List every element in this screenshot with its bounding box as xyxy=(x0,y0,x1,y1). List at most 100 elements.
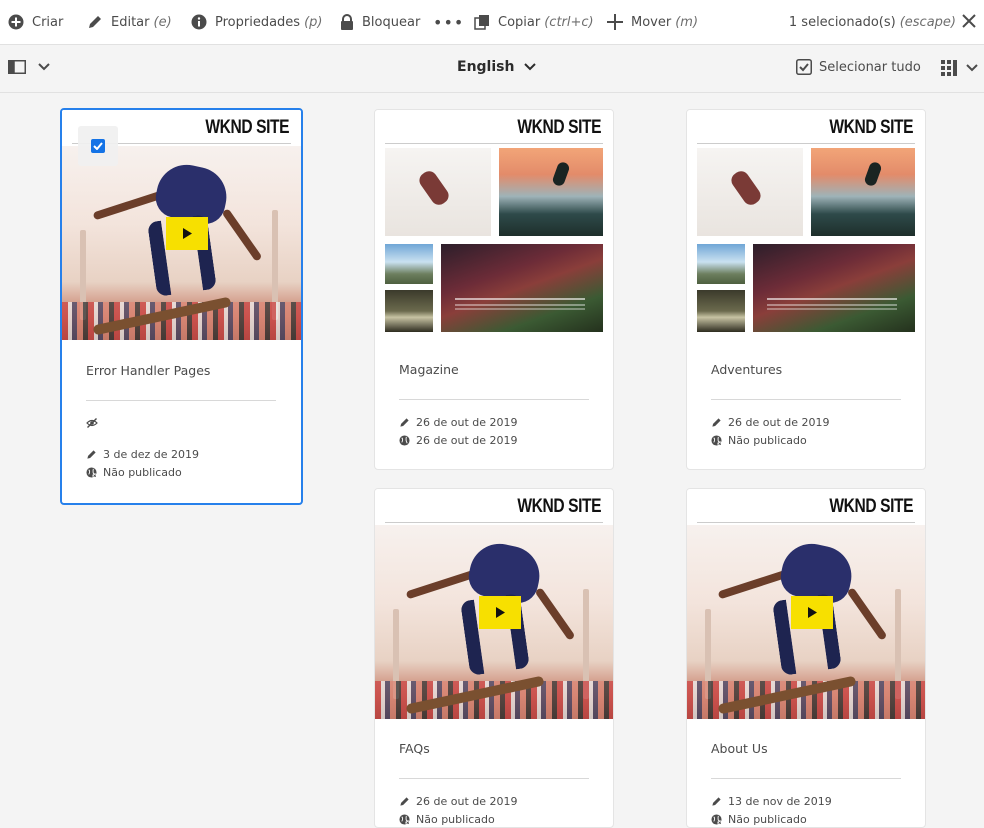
skater-figure xyxy=(416,168,452,208)
publish-status-label: Não publicado xyxy=(728,813,807,826)
properties-button[interactable]: Propriedades (p) xyxy=(191,0,322,44)
skatepark-image xyxy=(499,148,603,236)
checkmark-icon xyxy=(91,139,105,153)
skater-figure xyxy=(728,168,764,208)
publish-status-label: Não publicado xyxy=(103,466,182,479)
lake-image xyxy=(385,290,433,332)
copy-icon xyxy=(474,15,489,30)
site-logo: WKND SITE xyxy=(829,496,913,517)
copy-button[interactable]: Copiar (ctrl+c) xyxy=(474,0,594,44)
lock-icon xyxy=(341,14,353,30)
site-logo: WKND SITE xyxy=(517,496,601,517)
card-title: Magazine xyxy=(399,362,459,377)
eye-slash-icon xyxy=(86,418,98,428)
lock-label: Bloquear xyxy=(362,14,421,30)
selection-escape-hint: (escape) xyxy=(899,14,956,30)
play-icon xyxy=(808,607,817,618)
skater-image xyxy=(697,148,803,236)
selection-count-label: 1 selecionado(s) xyxy=(788,14,896,30)
skater-arm xyxy=(846,587,888,641)
play-icon xyxy=(496,607,505,618)
skater-figure xyxy=(551,160,571,188)
page-thumbnail: WKND SITE xyxy=(375,110,613,340)
more-actions-button[interactable]: ••• xyxy=(433,0,464,44)
publish-status-label: Não publicado xyxy=(728,434,807,447)
move-label: Mover xyxy=(631,14,672,30)
skatepark-image xyxy=(811,148,915,236)
rail-toggle-button[interactable] xyxy=(8,60,50,74)
title-bar: English Selecionar tudo xyxy=(0,45,984,93)
modified-date-label: 26 de out de 2019 xyxy=(416,795,518,808)
site-logo: WKND SITE xyxy=(517,117,601,138)
close-icon[interactable] xyxy=(960,12,978,30)
properties-label: Propriedades xyxy=(215,14,301,30)
pencil-icon xyxy=(712,797,721,806)
mountain-image xyxy=(385,244,433,284)
edit-button[interactable]: Editar (e) xyxy=(87,0,172,44)
play-button xyxy=(791,596,833,629)
canyon-image xyxy=(441,244,603,332)
publish-status: Não publicado xyxy=(399,813,495,826)
create-button[interactable]: Criar xyxy=(8,0,63,44)
page-card-faqs[interactable]: WKND SITE FAQs 26 de out de 2019 Não pub… xyxy=(374,488,614,828)
select-all-button[interactable]: Selecionar tudo xyxy=(796,59,921,75)
publish-status: Não publicado xyxy=(711,434,807,447)
selection-count: 1 selecionado(s) (escape) xyxy=(789,0,956,44)
page-card-error-handler[interactable]: WKND SITE Error Handler Pages 3 de dez d… xyxy=(60,108,303,505)
article-text-lines xyxy=(455,298,585,300)
move-button[interactable]: Mover (m) xyxy=(607,0,698,44)
globe-off-icon xyxy=(711,814,722,825)
create-label: Criar xyxy=(32,14,64,30)
card-title: About Us xyxy=(711,741,768,756)
info-icon xyxy=(191,14,207,30)
grid-view-icon xyxy=(941,60,957,76)
page-thumbnail: WKND SITE xyxy=(375,489,613,719)
publish-status: Não publicado xyxy=(86,466,182,479)
more-icon: ••• xyxy=(433,12,465,32)
page-card-about-us[interactable]: WKND SITE About Us 13 de nov de 2019 Não… xyxy=(686,488,926,828)
checkbox-icon xyxy=(796,59,812,75)
divider xyxy=(86,400,276,401)
pencil-icon xyxy=(712,418,721,427)
header-rule xyxy=(385,143,603,144)
header-rule xyxy=(385,522,603,523)
move-icon xyxy=(607,14,623,30)
modified-date-label: 13 de nov de 2019 xyxy=(728,795,832,808)
page-thumbnail: WKND SITE xyxy=(62,110,301,340)
play-button xyxy=(479,596,521,629)
page-card-adventures[interactable]: WKND SITE Adventures 26 de out de 2019 N… xyxy=(686,109,926,470)
rail-icon xyxy=(8,60,26,74)
lake-image xyxy=(697,290,745,332)
publish-status-label: 26 de out de 2019 xyxy=(416,434,518,447)
site-logo: WKND SITE xyxy=(205,117,289,138)
edit-label: Editar xyxy=(111,14,150,30)
header-rule xyxy=(697,522,915,523)
page-card-magazine[interactable]: WKND SITE Magazine 26 de out de 2019 26 … xyxy=(374,109,614,470)
divider xyxy=(711,778,901,779)
pencil-icon xyxy=(87,450,96,459)
page-title[interactable]: English xyxy=(457,59,537,75)
modified-date: 13 de nov de 2019 xyxy=(711,795,832,808)
edit-shortcut: (e) xyxy=(153,14,172,30)
page-thumbnail: WKND SITE xyxy=(687,489,925,719)
header-rule xyxy=(697,143,915,144)
canyon-image xyxy=(753,244,915,332)
globe-off-icon xyxy=(399,814,410,825)
card-title: FAQs xyxy=(399,741,430,756)
view-switcher[interactable] xyxy=(940,59,978,77)
properties-shortcut: (p) xyxy=(304,14,323,30)
modified-date: 26 de out de 2019 xyxy=(711,416,830,429)
play-icon xyxy=(183,228,192,239)
divider xyxy=(711,399,901,400)
skater-arm xyxy=(221,208,263,262)
divider xyxy=(399,399,589,400)
add-circle-icon xyxy=(8,14,24,30)
globe-off-icon xyxy=(86,467,97,478)
hidden-status xyxy=(86,417,104,429)
card-checkbox[interactable] xyxy=(78,126,118,166)
mountain-image xyxy=(697,244,745,284)
copy-shortcut: (ctrl+c) xyxy=(544,14,594,30)
modified-date: 26 de out de 2019 xyxy=(399,416,518,429)
lock-button[interactable]: Bloquear xyxy=(340,0,420,44)
skater-image xyxy=(385,148,491,236)
